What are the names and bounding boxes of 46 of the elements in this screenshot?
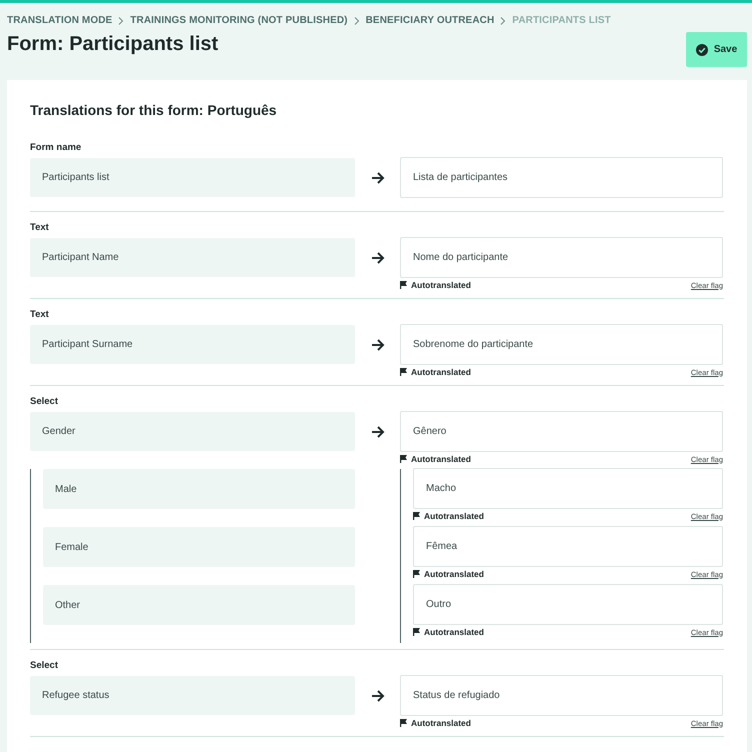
translation-input[interactable]: Nome do participante bbox=[400, 237, 723, 278]
translation-input[interactable]: Lista de participantes bbox=[400, 157, 723, 198]
flag-icon bbox=[413, 512, 420, 520]
option-source-field: Female bbox=[43, 527, 355, 567]
flag-icon bbox=[400, 719, 407, 727]
field-type-label: Select bbox=[30, 660, 59, 671]
translation-input[interactable]: Status de refugiado bbox=[400, 675, 723, 716]
arrow-right-icon bbox=[370, 425, 384, 439]
arrow-right-icon bbox=[370, 171, 384, 185]
translation-input[interactable]: Gênero bbox=[400, 411, 723, 452]
breadcrumb-item[interactable]: TRANSLATION MODE bbox=[7, 15, 112, 26]
arrow-right-icon bbox=[370, 689, 384, 703]
option-translation-input[interactable]: Outro bbox=[413, 584, 723, 625]
flag-label: Autotranslated bbox=[413, 569, 484, 579]
translation-input[interactable]: Sobrenome do participante bbox=[400, 324, 723, 365]
flag-icon bbox=[400, 281, 407, 289]
flag-icon bbox=[400, 455, 407, 463]
breadcrumb-item[interactable]: BENEFICIARY OUTREACH bbox=[366, 15, 494, 26]
card-title: Translations for this form: Português bbox=[30, 102, 278, 118]
chevron-right-icon bbox=[500, 16, 506, 24]
flag-label: Autotranslated bbox=[413, 627, 484, 637]
breadcrumb-item: PARTICIPANTS LIST bbox=[512, 15, 611, 26]
field-type-label: Text bbox=[30, 309, 50, 320]
flag-label: Autotranslated bbox=[400, 280, 471, 290]
flag-label: Autotranslated bbox=[400, 718, 471, 728]
arrow-right-icon bbox=[370, 338, 384, 352]
option-source-field: Male bbox=[43, 469, 355, 509]
page-title: Form: Participants list bbox=[7, 33, 220, 56]
flag-icon bbox=[400, 368, 407, 376]
save-button[interactable]: Save bbox=[686, 32, 747, 67]
flag-icon bbox=[413, 570, 420, 578]
flag-label: Autotranslated bbox=[413, 511, 484, 521]
option-translation-input[interactable]: Fêmea bbox=[413, 526, 723, 567]
option-source-field: Other bbox=[43, 585, 355, 625]
chevron-right-icon bbox=[118, 16, 124, 24]
field-type-label: Form name bbox=[30, 142, 82, 153]
arrow-right-icon bbox=[370, 251, 384, 265]
flag-icon bbox=[413, 628, 420, 636]
check-circle-icon bbox=[696, 44, 708, 56]
field-type-label: Text bbox=[30, 222, 50, 233]
option-translation-input[interactable]: Macho bbox=[413, 468, 723, 509]
flag-label: Autotranslated bbox=[400, 454, 471, 464]
flag-label: Autotranslated bbox=[400, 367, 471, 377]
chevron-right-icon bbox=[354, 16, 360, 24]
field-type-label: Select bbox=[30, 396, 59, 407]
breadcrumb-item[interactable]: TRAININGS MONITORING (NOT PUBLISHED) bbox=[130, 15, 348, 26]
